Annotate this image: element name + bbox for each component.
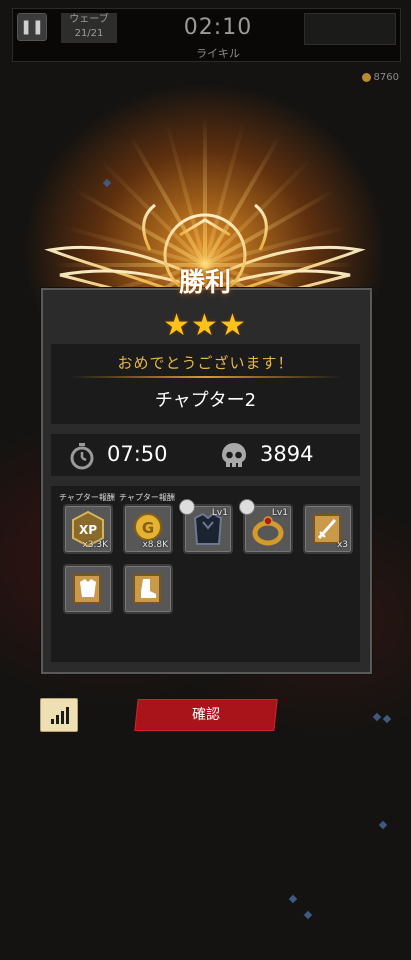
reward-item-armor[interactable]: Lv1	[179, 499, 233, 554]
hud-right-panel	[304, 13, 396, 45]
item-count: x3	[336, 540, 348, 550]
coin-counter: 8760	[361, 72, 399, 83]
equipment-type-badge-icon	[239, 499, 255, 515]
stats-button[interactable]	[40, 698, 78, 732]
equipment-type-badge-icon	[179, 499, 195, 515]
confirm-button[interactable]: 確認	[134, 699, 278, 731]
signal-bars-icon	[51, 707, 69, 724]
item-count: x8.8K	[142, 540, 168, 550]
wave-counter: ウェーブ 21/21	[61, 13, 117, 43]
rewards-section: チャプター報酬 チャプター報酬 XP x3.3K G x8.8K Lv1 Lv1…	[51, 486, 360, 662]
reward-label: チャプター報酬	[59, 493, 115, 502]
congrats-text: おめでとうございます！	[117, 354, 294, 372]
star-rating: ★★★	[163, 308, 247, 343]
reward-item-boots-scroll[interactable]	[123, 564, 173, 614]
pause-button[interactable]: ❚❚	[17, 13, 47, 41]
reward-item-armor-scroll[interactable]	[63, 564, 113, 614]
item-level: Lv1	[211, 508, 228, 518]
skull-icon	[222, 443, 246, 467]
stats-section: 07:50 3894	[51, 434, 360, 476]
coin-icon	[361, 72, 371, 82]
reward-label: チャプター報酬	[119, 493, 175, 502]
result-panel: おめでとうございます！ チャプター2 07:50 3894 チャプター報酬 チャ…	[41, 288, 372, 674]
stopwatch-icon	[70, 443, 94, 470]
armor-scroll-icon	[73, 574, 101, 604]
kill-count: 3894	[260, 442, 314, 466]
top-hud: ❚❚ ウェーブ 21/21 02:10 ライキル	[12, 8, 401, 62]
wave-label: ウェーブ	[69, 14, 109, 25]
congrats-section: おめでとうございます！ チャプター2	[51, 344, 360, 424]
reward-item-gold[interactable]: G x8.8K	[123, 504, 173, 554]
chapter-title: チャプター2	[154, 390, 257, 411]
item-level: Lv1	[271, 508, 288, 518]
coin-value: 8760	[373, 72, 399, 83]
victory-title: 勝利	[178, 268, 231, 298]
reward-item-sword-scroll[interactable]: x3	[303, 504, 353, 554]
boots-scroll-icon	[133, 574, 161, 604]
svg-text:G: G	[142, 519, 154, 537]
reward-item-ring[interactable]: Lv1	[239, 499, 293, 554]
gold-divider	[69, 376, 342, 378]
wave-value: 21/21	[74, 28, 104, 39]
svg-text:XP: XP	[79, 523, 97, 537]
clear-time: 07:50	[107, 442, 168, 466]
item-count: x3.3K	[82, 540, 108, 550]
game-timer: 02:10	[183, 15, 253, 40]
pause-icon: ❚❚	[20, 19, 44, 35]
stage-name: ライキル	[196, 47, 240, 60]
reward-item-xp[interactable]: XP x3.3K	[63, 504, 113, 554]
confirm-label: 確認	[192, 707, 220, 723]
